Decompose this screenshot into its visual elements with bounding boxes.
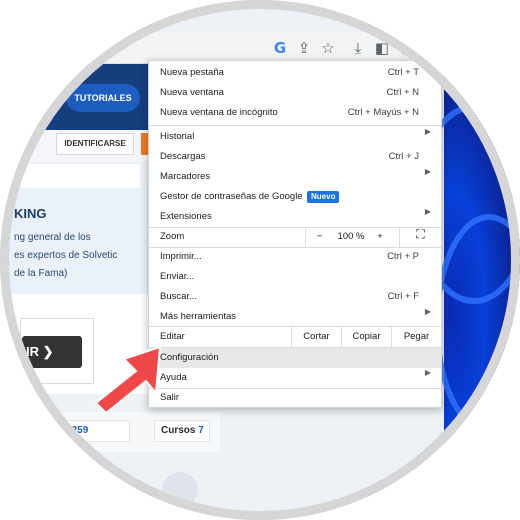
menu-item-find[interactable]: Buscar... Ctrl + F xyxy=(149,287,441,307)
stat-label: Cursos xyxy=(161,425,196,436)
menu-separator xyxy=(149,125,441,126)
menu-shortcut: Ctrl + T xyxy=(387,67,419,78)
chevron-right-icon: ▶ xyxy=(424,368,431,377)
menu-item-downloads[interactable]: Descargas Ctrl + J xyxy=(149,147,441,167)
site-search[interactable] xyxy=(0,164,140,188)
avatar xyxy=(162,472,198,508)
chevron-right-icon: ❯ xyxy=(42,344,54,359)
menu-item-send[interactable]: Enviar... xyxy=(149,267,441,287)
menu-label: Imprimir... xyxy=(160,251,202,262)
chevron-right-icon: ▶ xyxy=(424,167,431,176)
download-icon[interactable]: ⤓ xyxy=(348,38,368,58)
menu-label: Nueva pestaña xyxy=(160,67,224,78)
menu-item-more-tools[interactable]: Más herramientas ▶ xyxy=(149,307,441,327)
menu-item-new-window[interactable]: Nueva ventana Ctrl + N xyxy=(149,83,441,103)
share-icon[interactable]: ⇪ xyxy=(294,38,314,58)
menu-shortcut: Ctrl + J xyxy=(388,151,419,162)
menu-label: Nueva ventana xyxy=(160,87,224,98)
menu-label: Salir xyxy=(160,392,180,403)
menu-label: Nueva ventana de incógnito xyxy=(160,107,278,118)
stat-value: 12,259 xyxy=(57,425,89,436)
menu-item-print[interactable]: Imprimir... Ctrl + P xyxy=(149,247,441,267)
menu-item-edit: Editar Cortar Copiar Pegar xyxy=(149,327,441,347)
stat-tutoriales[interactable]: riales 12,259 xyxy=(20,420,130,442)
menu-label: Ayuda xyxy=(160,372,187,383)
new-badge: Nuevo xyxy=(307,191,340,203)
menu-item-settings[interactable]: Configuración xyxy=(149,348,441,368)
menu-shortcut: Ctrl + Mayús + N xyxy=(347,107,419,118)
login-button[interactable]: IDENTIFICARSE xyxy=(56,133,134,155)
menu-label: Gestor de contraseñas de Google xyxy=(160,191,303,202)
zoom-out-button[interactable]: − xyxy=(305,227,333,247)
chevron-right-icon: ▶ xyxy=(424,207,431,216)
stat-label: riales xyxy=(31,425,55,436)
menu-item-password-manager[interactable]: Gestor de contraseñas de Google Nuevo xyxy=(149,187,441,207)
menu-label: Extensiones xyxy=(160,211,212,222)
chevron-right-icon: ▶ xyxy=(424,127,431,136)
hero-line: ng general de los xyxy=(14,232,91,243)
menu-label: Configuración xyxy=(160,352,219,363)
menu-shortcut: Ctrl + N xyxy=(386,87,419,98)
menu-item-new-tab[interactable]: Nueva pestaña Ctrl + T xyxy=(149,63,441,83)
menu-label: Historial xyxy=(160,131,195,142)
google-g-icon[interactable]: G xyxy=(270,38,290,58)
menu-shortcut: Ctrl + P xyxy=(387,251,419,262)
star-icon[interactable]: ☆ xyxy=(318,38,338,58)
cta-label: IR xyxy=(26,344,39,359)
menu-label: Marcadores xyxy=(160,171,211,182)
menu-shortcut: Ctrl + F xyxy=(387,291,419,302)
edit-label: Editar xyxy=(160,331,185,342)
hero-line: de la Fama) xyxy=(14,268,68,279)
pointer-arrow-icon xyxy=(94,345,162,415)
stat-value: 7 xyxy=(198,425,204,436)
menu-item-extensions[interactable]: Extensiones ▶ xyxy=(149,207,441,227)
chrome-menu: Nueva pestaña Ctrl + T Nueva ventana Ctrl … xyxy=(148,60,442,408)
profile-icon[interactable]: ● xyxy=(396,38,416,58)
cta-button[interactable]: IR ❯ xyxy=(22,336,82,368)
screenshot-circle: G ⇪ ☆ ⤓ ◧ ● TUTORIALES IDENTIFICARSE KIN… xyxy=(0,0,520,520)
chevron-right-icon: ▶ xyxy=(424,307,431,316)
menu-item-exit[interactable]: Salir xyxy=(149,388,441,408)
zoom-in-button[interactable]: + xyxy=(369,227,391,247)
menu-item-history[interactable]: Historial ▶ xyxy=(149,127,441,147)
menu-item-help[interactable]: Ayuda ▶ xyxy=(149,368,441,388)
stat-cursos[interactable]: Cursos 7 xyxy=(154,420,210,442)
fullscreen-icon[interactable]: ⛶ xyxy=(399,227,441,247)
side-panel-icon[interactable]: ◧ xyxy=(372,38,392,58)
menu-label: Descargas xyxy=(160,151,206,162)
tutoriales-tab[interactable]: TUTORIALES xyxy=(66,84,140,112)
zoom-label: Zoom xyxy=(160,231,185,242)
cut-button[interactable]: Cortar xyxy=(291,327,341,347)
menu-label: Más herramientas xyxy=(160,311,237,322)
hero-title: KING xyxy=(14,206,47,221)
desktop-wallpaper xyxy=(414,64,520,520)
menu-item-zoom: Zoom − 100 % + ⛶ xyxy=(149,227,441,247)
menu-label: Enviar... xyxy=(160,271,195,282)
menu-item-bookmarks[interactable]: Marcadores ▶ xyxy=(149,167,441,187)
paste-button[interactable]: Pegar xyxy=(391,327,441,347)
copy-button[interactable]: Copiar xyxy=(341,327,391,347)
menu-item-incognito[interactable]: Nueva ventana de incógnito Ctrl + Mayús +… xyxy=(149,103,441,123)
zoom-level: 100 % xyxy=(337,231,365,242)
menu-label: Buscar... xyxy=(160,291,197,302)
hero-line: es expertos de Solvetic xyxy=(14,250,118,261)
